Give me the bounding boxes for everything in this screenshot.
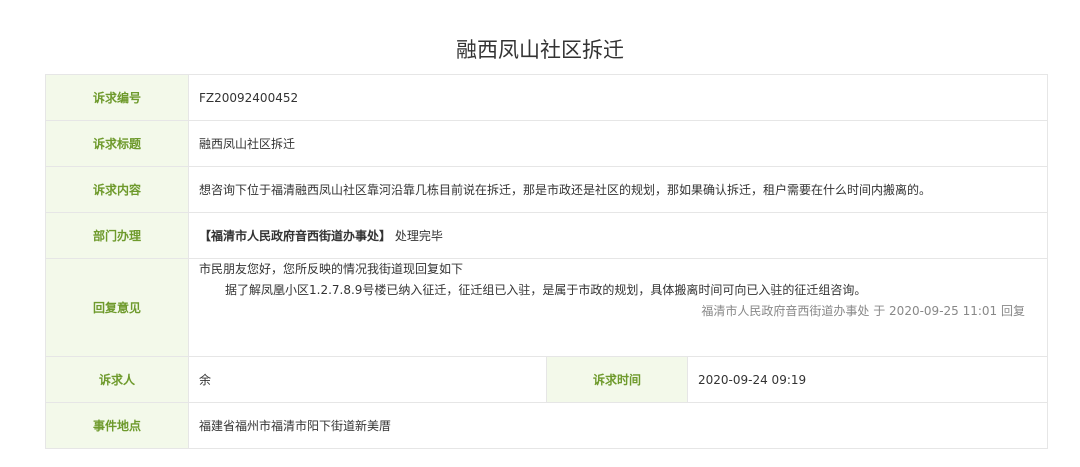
value-request-time: 2020-09-24 09:19 [686, 356, 1049, 403]
label-content: 诉求内容 [45, 166, 189, 213]
department-name: 【福清市人民政府音西街道办事处】 [199, 229, 392, 243]
value-number: FZ20092400452 [187, 74, 1049, 121]
label-subject: 诉求标题 [45, 120, 189, 167]
department-status: 处理完毕 [394, 229, 443, 243]
value-content: 想咨询下位于福清融西凤山社区靠河沿靠几栋目前说在拆迁，那是市政还是社区的规划，那… [187, 166, 1049, 213]
row-number: 诉求编号 FZ20092400452 [45, 74, 1049, 121]
value-reply: 市民朋友您好，您所反映的情况我街道现回复如下 据了解凤凰小区1.2.7.8.9号… [187, 258, 1049, 357]
row-subject: 诉求标题 融西凤山社区拆迁 [45, 120, 1049, 167]
reply-greeting: 市民朋友您好，您所反映的情况我街道现回复如下 [199, 262, 464, 276]
value-subject: 融西凤山社区拆迁 [187, 120, 1049, 167]
row-department: 部门办理 【福清市人民政府音西街道办事处】 处理完毕 [45, 212, 1049, 259]
label-requester: 诉求人 [45, 356, 189, 403]
row-location: 事件地点 福建省福州市福清市阳下街道新美厝 [45, 402, 1049, 449]
reply-signature: 福清市人民政府音西街道办事处 于 2020-09-25 11:01 回复 [701, 304, 1026, 318]
reply-body: 据了解凤凰小区1.2.7.8.9号楼已纳入征迁，征迁组已入驻，是属于市政的规划，… [225, 283, 867, 297]
label-reply: 回复意见 [45, 258, 189, 357]
value-department: 【福清市人民政府音西街道办事处】 处理完毕 [187, 212, 1049, 259]
row-requester: 诉求人 余 诉求时间 2020-09-24 09:19 [45, 356, 1049, 403]
row-content: 诉求内容 想咨询下位于福清融西凤山社区靠河沿靠几栋目前说在拆迁，那是市政还是社区… [45, 166, 1049, 213]
label-department: 部门办理 [45, 212, 189, 259]
label-number: 诉求编号 [45, 74, 189, 121]
value-requester: 余 [188, 356, 547, 403]
page-title: 融西凤山社区拆迁 [456, 38, 624, 62]
complaint-detail-table: 诉求编号 FZ20092400452 诉求标题 融西凤山社区拆迁 诉求内容 想咨… [45, 74, 1049, 449]
label-request-time: 诉求时间 [546, 356, 688, 403]
value-location: 福建省福州市福清市阳下街道新美厝 [187, 402, 1049, 449]
row-reply: 回复意见 市民朋友您好，您所反映的情况我街道现回复如下 据了解凤凰小区1.2.7… [45, 258, 1049, 357]
label-location: 事件地点 [45, 402, 189, 449]
